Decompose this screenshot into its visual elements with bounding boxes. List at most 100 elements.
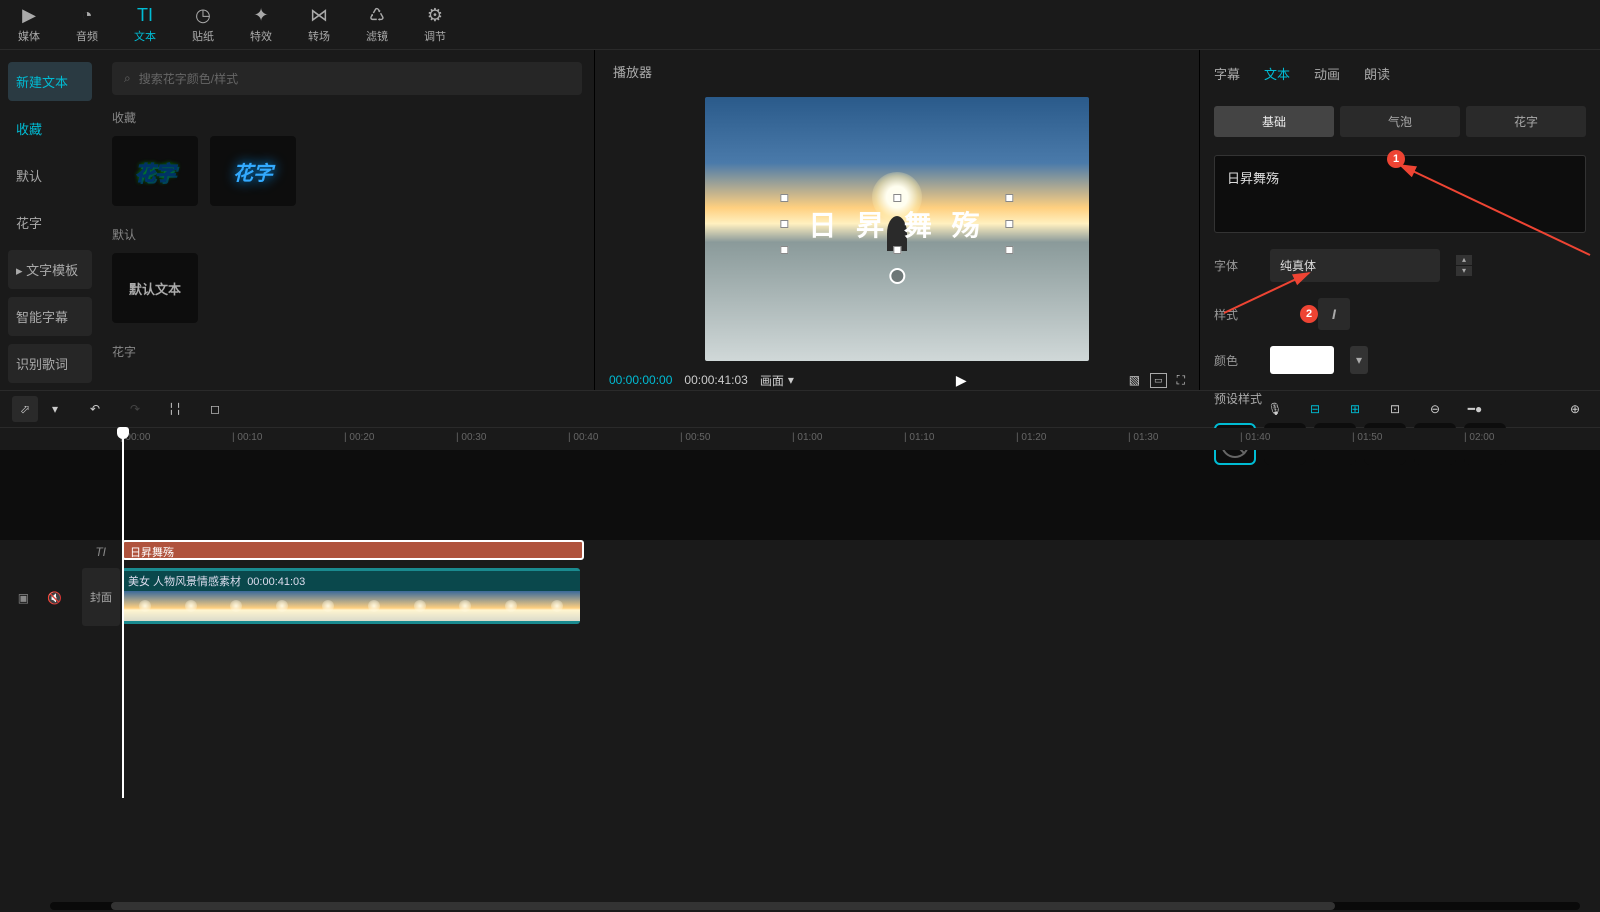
top-toolbar: ▶媒体 ◔ 音频 TI文本◷贴纸✦特效⋈转场♺滤镜⚙调节 xyxy=(0,0,1600,50)
tool-icon: ◔ xyxy=(82,5,93,25)
fav-thumbs: 花字 花字 xyxy=(112,136,582,206)
color-label: 颜色 xyxy=(1214,352,1254,369)
color-swatch[interactable] xyxy=(1270,346,1334,374)
resize-handle[interactable] xyxy=(780,246,788,254)
tool-icon: TI xyxy=(137,5,153,25)
text-input-value: 日昇舞殇 xyxy=(1227,171,1279,186)
player-title: 播放器 xyxy=(595,50,1199,93)
video-track-icon[interactable]: ▣ xyxy=(18,591,29,605)
text-overlay[interactable]: 日 昇 舞 殇 xyxy=(784,198,1009,250)
playhead[interactable] xyxy=(122,428,124,798)
resize-handle[interactable] xyxy=(1006,220,1014,228)
fullscreen-icon[interactable]: ⛶ xyxy=(1177,373,1185,388)
right-tab[interactable]: 动画 xyxy=(1314,64,1340,83)
player-canvas[interactable]: 日 昇 舞 殇 xyxy=(595,93,1199,365)
sub-tab[interactable]: 气泡 xyxy=(1340,106,1460,137)
resize-handle[interactable] xyxy=(780,194,788,202)
tool-label: 音频 xyxy=(76,28,98,44)
ruler-tick: | 01:30 xyxy=(1128,428,1240,450)
clip-thumb xyxy=(259,591,305,624)
text-style-thumb[interactable]: 默认文本 xyxy=(112,253,198,323)
step-up-icon[interactable]: ▴ xyxy=(1456,255,1472,265)
tool-音频[interactable]: ◔ 音频 xyxy=(58,0,116,49)
resize-handle[interactable] xyxy=(893,246,901,254)
ruler-tick: | 00:40 xyxy=(568,428,680,450)
image-icon[interactable]: ▧ xyxy=(1129,373,1140,387)
tool-icon: ⚙ xyxy=(427,5,443,25)
time-current: 00:00:00:00 xyxy=(609,373,672,387)
ratio-icon[interactable]: ▭ xyxy=(1150,373,1167,388)
right-tab[interactable]: 文本 xyxy=(1264,64,1290,83)
undo-button[interactable]: ↶ xyxy=(82,396,108,422)
ruler-tick: | 00:50 xyxy=(680,428,792,450)
cursor-tool[interactable]: ⬀ xyxy=(12,396,38,422)
video-clip[interactable]: 美女 人物风景情感素材 00:00:41:03 xyxy=(122,568,580,624)
cursor-dropdown[interactable]: ▾ xyxy=(42,396,68,422)
search-input[interactable]: ⌕ 搜索花字颜色/样式 xyxy=(112,62,582,95)
resize-handle[interactable] xyxy=(893,194,901,202)
scrollbar-thumb[interactable] xyxy=(111,902,1335,910)
italic-button[interactable]: I xyxy=(1318,298,1350,330)
tool-贴纸[interactable]: ◷贴纸 xyxy=(174,0,232,49)
timeline-ruler[interactable]: | 00:00| 00:10| 00:20| 00:30| 00:40| 00:… xyxy=(0,428,1600,450)
rotate-handle[interactable] xyxy=(889,268,905,284)
mute-icon[interactable]: 🔇 xyxy=(47,591,62,605)
resize-handle[interactable] xyxy=(1006,194,1014,202)
resize-handle[interactable] xyxy=(1006,246,1014,254)
sidebar-item[interactable]: 默认 xyxy=(8,156,92,195)
sidebar-item[interactable]: 新建文本 xyxy=(8,62,92,101)
tool-调节[interactable]: ⚙调节 xyxy=(406,0,464,49)
step-down-icon[interactable]: ▾ xyxy=(1456,266,1472,276)
tool-label: 特效 xyxy=(250,28,272,44)
ruler-tick: | 01:00 xyxy=(792,428,904,450)
tool-label: 转场 xyxy=(308,28,330,44)
canvas-select[interactable]: 画面 ▾ xyxy=(760,372,794,389)
tool-滤镜[interactable]: ♺滤镜 xyxy=(348,0,406,49)
play-button[interactable]: ▶ xyxy=(956,372,967,389)
horizontal-scrollbar[interactable] xyxy=(50,902,1580,910)
tool-媒体[interactable]: ▶媒体 xyxy=(0,0,58,49)
sidebar-item[interactable]: 收藏 xyxy=(8,109,92,148)
text-input[interactable]: 日昇舞殇 1 xyxy=(1214,155,1586,233)
font-stepper[interactable]: ▴ ▾ xyxy=(1456,255,1472,276)
sidebar-item[interactable]: 识别歌词 xyxy=(8,344,92,383)
ruler-tick: | 01:10 xyxy=(904,428,1016,450)
text-track-icon[interactable]: TI xyxy=(95,545,106,559)
sidebar-item[interactable]: 智能字幕 xyxy=(8,297,92,336)
clip-thumb xyxy=(305,591,351,624)
split-tool[interactable]: ╎╎ xyxy=(162,396,188,422)
color-row: 颜色 ▾ xyxy=(1200,338,1600,382)
sub-tabs: 基础气泡花字 xyxy=(1200,96,1600,147)
text-track-head: TI xyxy=(0,540,120,564)
font-row: 字体 纯真体 ▴ ▾ xyxy=(1200,241,1600,290)
ruler-tick: | 01:50 xyxy=(1352,428,1464,450)
search-icon: ⌕ xyxy=(124,71,131,86)
sidebar-item[interactable]: ▸ 文字模板 xyxy=(8,250,92,289)
left-sidebar: 新建文本收藏默认花字 ▸ 文字模板智能字幕识别歌词 xyxy=(0,50,100,390)
sidebar-item[interactable]: 花字 xyxy=(8,203,92,242)
player-controls-right: ▧ ▭ ⛶ xyxy=(1129,373,1185,388)
ruler-tick: | 01:40 xyxy=(1240,428,1352,450)
resize-handle[interactable] xyxy=(780,220,788,228)
crop-tool[interactable]: ◻ xyxy=(202,396,228,422)
text-clip[interactable]: 日昇舞殇 xyxy=(122,540,584,560)
section-huazi-label: 花字 xyxy=(112,343,582,360)
right-tabs: 字幕 文本 动画 朗读 xyxy=(1200,50,1600,96)
right-tab[interactable]: 朗读 xyxy=(1364,64,1390,83)
color-dropdown[interactable]: ▾ xyxy=(1350,346,1368,374)
tool-文本[interactable]: TI文本 xyxy=(116,0,174,49)
tool-特效[interactable]: ✦特效 xyxy=(232,0,290,49)
sub-tab[interactable]: 花字 xyxy=(1466,106,1586,137)
cover-button[interactable]: 封面 xyxy=(82,568,120,626)
right-tab[interactable]: 字幕 xyxy=(1214,64,1240,83)
text-style-thumb[interactable]: 花字 xyxy=(210,136,296,206)
text-style-thumb[interactable]: 花字 xyxy=(112,136,198,206)
tool-转场[interactable]: ⋈转场 xyxy=(290,0,348,49)
clip-thumb xyxy=(168,591,214,624)
overlay-text[interactable]: 日 昇 舞 殇 xyxy=(784,198,1009,250)
section-default-label: 默认 xyxy=(112,226,582,243)
clip-thumb xyxy=(397,591,443,624)
redo-button[interactable]: ↷ xyxy=(122,396,148,422)
font-select[interactable]: 纯真体 xyxy=(1270,249,1440,282)
sub-tab[interactable]: 基础 xyxy=(1214,106,1334,137)
